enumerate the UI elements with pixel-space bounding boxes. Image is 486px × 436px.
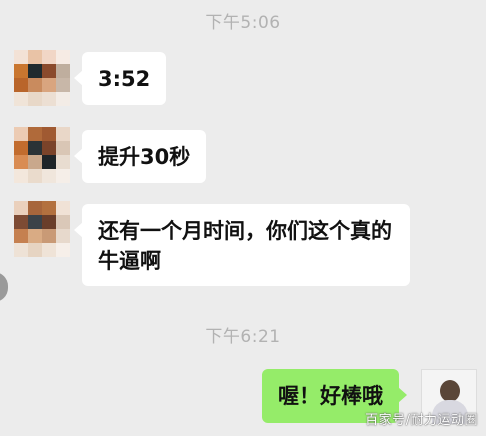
floating-side-handle[interactable] (0, 272, 8, 302)
message-bubble-1[interactable]: 3:52 (73, 52, 167, 105)
contact-avatar[interactable] (14, 50, 70, 106)
watermark: 百家号/耐力运动圈 (365, 413, 478, 428)
contact-avatar[interactable] (14, 127, 70, 183)
message-bubble-2[interactable]: 提升30秒 (73, 130, 207, 183)
timestamp: 下午6:21 (205, 327, 281, 347)
timestamp: 下午5:06 (205, 13, 281, 33)
contact-avatar[interactable] (14, 201, 70, 257)
message-bubble-3[interactable]: 还有一个月时间，你们这个真的牛逼啊 (74, 204, 410, 286)
avatar-person-head (440, 380, 460, 402)
